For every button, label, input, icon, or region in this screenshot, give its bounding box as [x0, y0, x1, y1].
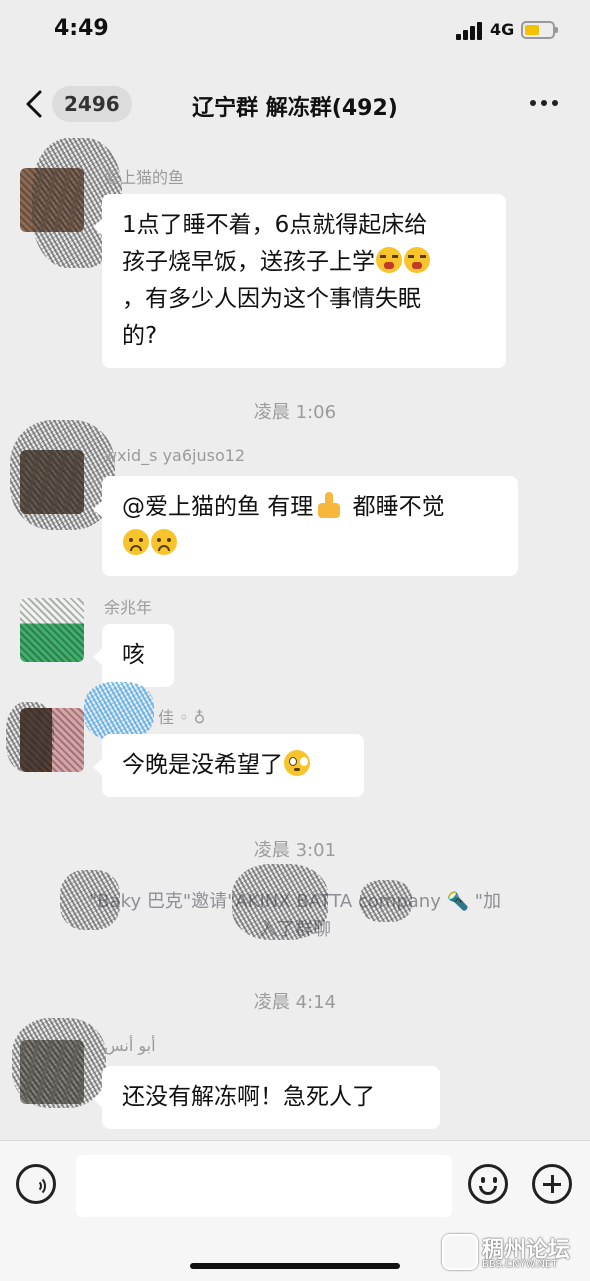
message-bubble[interactable]: 还没有解冻啊！急死人了	[93, 1066, 440, 1129]
message-line: 1点了睡不着，6点就得起床给	[122, 212, 428, 238]
message-line: 孩子烧早饭，送孩子上学	[122, 244, 486, 281]
status-bar: 4:49 4G	[0, 0, 590, 64]
message-line: 还没有解冻啊！急死人了	[122, 1084, 375, 1110]
chat-header: 2496 辽宁群 解冻群(492)	[0, 64, 590, 140]
sender-name: 佳 ◦ ♁	[158, 708, 206, 727]
emoji-icon[interactable]	[468, 1164, 508, 1204]
redaction-scribble	[6, 702, 54, 772]
timestamp: 凌晨 3:01	[253, 840, 337, 861]
timestamp: 凌晨 1:06	[253, 402, 337, 423]
sender-name: أبو أنس	[104, 1036, 156, 1055]
sender-name: 爱上猫的鱼	[104, 168, 185, 187]
message-bubble[interactable]: 今晚是没希望了	[93, 734, 364, 797]
forum-logo-icon	[442, 1234, 478, 1270]
sender-name: wxid_s ya6juso12	[104, 446, 246, 465]
thumbs-up-emoji	[315, 491, 343, 519]
pleading-face-emoji	[284, 750, 310, 776]
message-bubble[interactable]: 1点了睡不着，6点就得起床给 孩子烧早饭，送孩子上学 ，有多少人因为这个事情失眠…	[93, 194, 506, 368]
message-line: 今晚是没希望了	[122, 747, 344, 784]
message-bubble[interactable]: @爱上猫的鱼 有理 都睡不觉	[93, 476, 518, 576]
chat-title: 辽宁群 解冻群(492)	[192, 96, 398, 121]
redaction-scribble	[84, 682, 154, 740]
sender-name: 余兆年	[104, 598, 153, 617]
message-line: 咳	[122, 642, 145, 668]
message-bubble[interactable]: 咳	[93, 624, 174, 687]
watermark: 稠州论坛 BBS.CNYW.NET	[440, 1232, 585, 1274]
message-line: ，有多少人因为这个事情失眠	[122, 286, 421, 312]
more-options-icon[interactable]	[526, 100, 566, 110]
timestamp: 凌晨 4:14	[253, 992, 337, 1013]
tired-face-emoji	[404, 247, 430, 273]
message-line	[122, 526, 498, 563]
voice-input-icon[interactable]	[16, 1164, 56, 1204]
message-line: @爱上猫的鱼 有理 都睡不觉	[122, 489, 498, 526]
avatar[interactable]	[20, 598, 84, 662]
signal-icon	[456, 22, 486, 40]
battery-icon	[521, 21, 558, 39]
frowning-face-emoji	[123, 529, 149, 555]
plus-icon[interactable]	[532, 1164, 572, 1204]
redaction-scribble	[12, 1018, 106, 1108]
redaction-scribble	[360, 880, 412, 922]
tired-face-emoji	[376, 247, 402, 273]
frowning-face-emoji	[151, 529, 177, 555]
message-line: 的?	[122, 323, 158, 349]
home-indicator[interactable]	[190, 1263, 400, 1269]
status-time: 4:49	[54, 16, 109, 41]
network-type: 4G	[490, 20, 515, 39]
message-input[interactable]	[76, 1155, 452, 1217]
redaction-scribble	[232, 864, 328, 940]
redaction-scribble	[60, 870, 120, 930]
